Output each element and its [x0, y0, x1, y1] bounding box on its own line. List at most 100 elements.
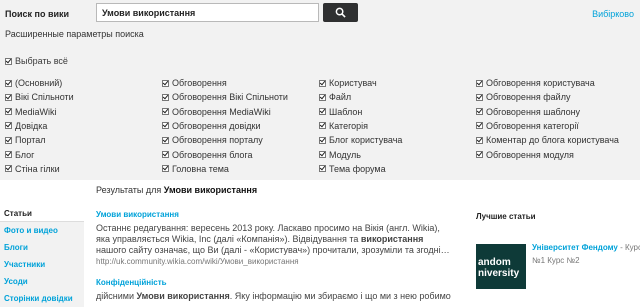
- top-article-link[interactable]: Університет Фендому - Курс: [532, 243, 640, 252]
- namespace-label: Портал: [15, 135, 46, 146]
- checkbox-icon[interactable]: [5, 108, 12, 116]
- namespace-label: Обговорення шаблону: [486, 106, 581, 117]
- namespace-label: Модуль: [329, 149, 361, 160]
- checkbox-icon[interactable]: [5, 165, 12, 173]
- checkbox-icon[interactable]: [319, 151, 326, 158]
- namespace-checkbox[interactable]: Обговорення файлу: [476, 92, 570, 102]
- checkbox-icon[interactable]: [5, 57, 12, 65]
- nav-item-help-pages[interactable]: Сторінки довідки: [0, 290, 84, 307]
- search-label: Поиск по вики: [5, 9, 70, 19]
- nav-item-blogs[interactable]: Блоги: [0, 239, 84, 256]
- namespace-checkbox[interactable]: Вікі Спільноти: [5, 92, 74, 102]
- checkbox-icon[interactable]: [476, 136, 483, 144]
- namespace-label: Обговорення довідки: [172, 120, 261, 131]
- nav-item-users[interactable]: Участники: [0, 256, 84, 273]
- namespace-checkbox[interactable]: (Основний): [5, 78, 62, 88]
- fandom-university-logo[interactable]: andom niversity: [476, 244, 526, 289]
- namespace-label: MediaWiki: [15, 106, 57, 117]
- namespace-label: Обговорення Вікі Спільноти: [172, 92, 288, 103]
- namespace-label: Обговорення модуля: [486, 149, 574, 160]
- checkbox-icon[interactable]: [476, 108, 483, 116]
- checkbox-icon[interactable]: [162, 136, 169, 144]
- checkbox-icon[interactable]: [319, 136, 326, 144]
- namespace-checkbox[interactable]: Обговорення порталу: [162, 135, 263, 145]
- namespace-checkbox[interactable]: Обговорення: [162, 78, 227, 88]
- namespace-checkbox[interactable]: Модуль: [319, 150, 361, 160]
- namespace-checkbox[interactable]: Шаблон: [319, 107, 362, 117]
- namespace-grid: (Основний) Вікі Спільноти MediaWiki Довідка…: [5, 78, 640, 176]
- namespace-checkbox[interactable]: Обговорення користувача: [476, 78, 595, 88]
- namespace-label: Користувач: [329, 78, 377, 88]
- namespace-checkbox[interactable]: Коментар до блога користувача: [476, 135, 619, 145]
- checkbox-icon[interactable]: [319, 165, 326, 173]
- checkbox-icon[interactable]: [162, 151, 169, 158]
- checkbox-icon[interactable]: [476, 151, 483, 158]
- advanced-search-title: Расширенные параметры поиска: [5, 29, 144, 39]
- namespace-checkbox[interactable]: Обговорення модуля: [476, 150, 574, 160]
- nav-item-photo-video[interactable]: Фото и видео: [0, 222, 84, 239]
- checkbox-icon[interactable]: [5, 79, 12, 87]
- namespace-label: Обговорення категорії: [486, 120, 579, 131]
- namespace-label: Обговорення файлу: [486, 92, 571, 103]
- namespace-label: Довідка: [15, 120, 48, 131]
- checkbox-icon[interactable]: [162, 165, 169, 173]
- namespace-label: Файл: [329, 92, 352, 103]
- namespace-checkbox[interactable]: MediaWiki: [5, 107, 57, 117]
- nav-item-usody[interactable]: Усоди: [0, 273, 84, 290]
- top-article-title[interactable]: Університет Фендому: [532, 243, 618, 252]
- namespace-checkbox[interactable]: Стіна гілки: [5, 164, 60, 174]
- checkbox-icon[interactable]: [476, 79, 483, 87]
- result-snippet: Останнє редагування: вересень 2013 року.…: [96, 223, 456, 256]
- snippet-text: нашого сайту означає, що Ви (далі - «Кор…: [96, 245, 450, 255]
- result-title[interactable]: Конфіденційність: [96, 278, 456, 287]
- nav-item-articles[interactable]: Статьи: [0, 205, 84, 222]
- checkbox-icon[interactable]: [319, 79, 326, 87]
- search-input[interactable]: [96, 3, 319, 22]
- namespace-label: (Основний): [15, 78, 63, 88]
- namespace-checkbox[interactable]: Обговорення блога: [162, 150, 252, 160]
- namespace-checkbox[interactable]: Обговорення довідки: [162, 121, 261, 131]
- namespace-checkbox[interactable]: Довідка: [5, 121, 47, 131]
- checkbox-icon[interactable]: [162, 122, 169, 130]
- checkbox-icon[interactable]: [476, 93, 483, 101]
- namespace-label: Коментар до блога користувача: [486, 135, 619, 146]
- namespace-checkbox[interactable]: Обговорення шаблону: [476, 107, 580, 117]
- checkbox-icon[interactable]: [319, 122, 326, 130]
- namespace-checkbox[interactable]: Обговорення Вікі Спільноти: [162, 92, 288, 102]
- top-article-suffix: - Курс: [617, 243, 640, 252]
- result-title[interactable]: Умови використання: [96, 210, 456, 219]
- checkbox-icon[interactable]: [5, 136, 12, 144]
- namespace-checkbox[interactable]: Обговорення категорії: [476, 121, 579, 131]
- checkbox-icon[interactable]: [5, 93, 12, 101]
- namespace-checkbox[interactable]: Портал: [5, 135, 46, 145]
- namespace-checkbox[interactable]: Файл: [319, 92, 351, 102]
- checkbox-icon[interactable]: [5, 122, 12, 130]
- namespace-checkbox[interactable]: Користувач: [319, 78, 377, 88]
- namespace-checkbox[interactable]: Блог: [5, 150, 34, 160]
- snippet-highlight: Умови використання: [136, 291, 230, 301]
- namespace-checkbox[interactable]: Обговорення MediaWiki: [162, 107, 271, 117]
- namespace-label: Обговорення порталу: [172, 135, 263, 146]
- namespace-checkbox[interactable]: Категорія: [319, 121, 368, 131]
- top-articles-title: Лучшие статьи: [476, 212, 536, 221]
- result-url[interactable]: http://uk.community.wikia.com/wiki/Умови…: [96, 257, 456, 266]
- checkbox-icon[interactable]: [5, 151, 12, 158]
- select-all-checkbox[interactable]: Выбрать всё: [5, 56, 68, 66]
- search-result: Конфіденційність дійсними Умови використ…: [96, 278, 456, 302]
- checkbox-icon[interactable]: [319, 93, 326, 101]
- checkbox-icon[interactable]: [162, 79, 169, 87]
- checkbox-icon[interactable]: [319, 108, 326, 116]
- checkbox-icon[interactable]: [162, 93, 169, 101]
- search-button[interactable]: [323, 3, 358, 22]
- namespace-checkbox[interactable]: Блог користувача: [319, 135, 402, 145]
- snippet-text: . Яку інформацію ми збираємо і що ми з н…: [229, 291, 451, 301]
- namespace-label: Категорія: [329, 120, 369, 131]
- namespace-label: Обговорення користувача: [486, 78, 595, 88]
- checkbox-icon[interactable]: [162, 108, 169, 116]
- namespace-checkbox[interactable]: Головна тема: [162, 164, 229, 174]
- namespace-label: Обговорення блога: [172, 149, 253, 160]
- namespace-label: Обговорення: [172, 78, 227, 88]
- checkbox-icon[interactable]: [476, 122, 483, 130]
- selected-link[interactable]: Вибірково: [592, 9, 634, 19]
- namespace-checkbox[interactable]: Тема форума: [319, 164, 386, 174]
